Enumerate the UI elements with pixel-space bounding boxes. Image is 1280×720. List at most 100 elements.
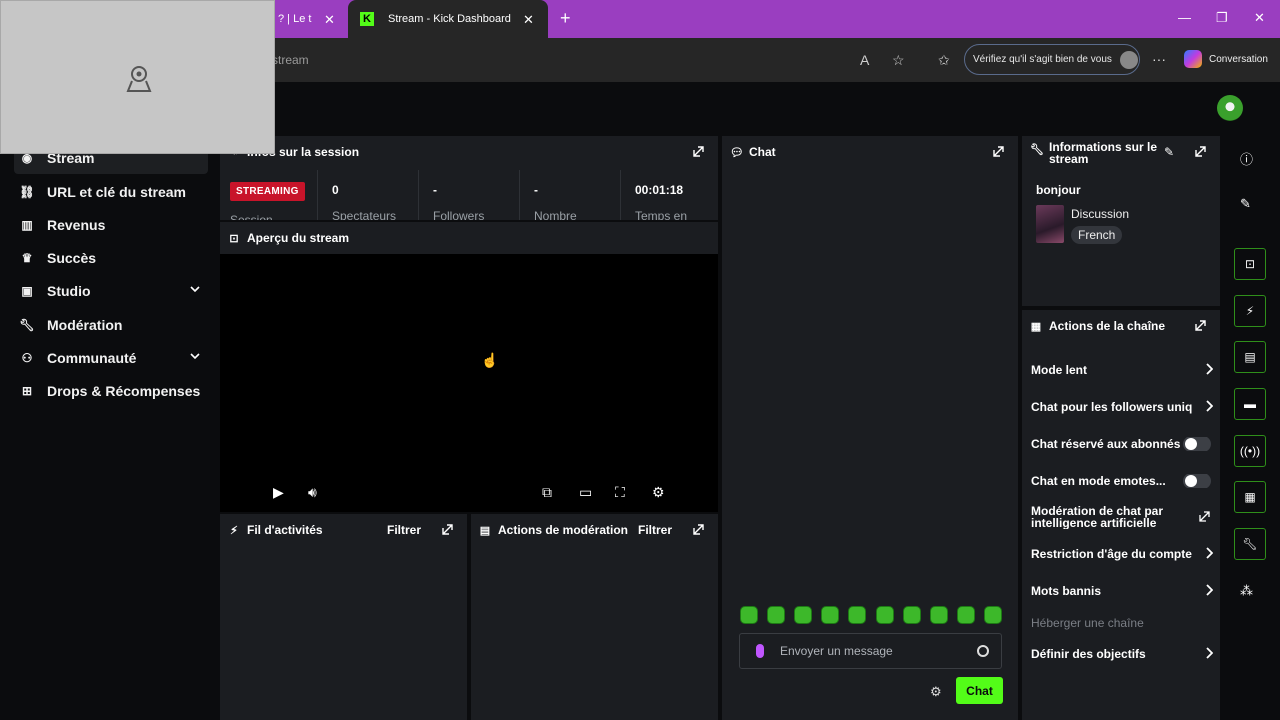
sidebar-item-revenus[interactable]: ▥ Revenus <box>14 209 208 241</box>
emote-icon[interactable] <box>956 606 975 624</box>
tab-1-label: ? | Le t <box>278 13 312 25</box>
volume-icon[interactable]: 🔊︎ <box>308 484 317 501</box>
popout-icon[interactable] <box>992 145 1005 158</box>
microphone-icon[interactable] <box>756 644 764 658</box>
lightning-icon: ⚡︎ <box>1245 304 1255 318</box>
favorite-star-icon[interactable]: ☆ <box>892 52 905 69</box>
channel-actions-icon: ▦ <box>1030 320 1042 333</box>
favorites-list-icon[interactable]: ✩ <box>938 52 950 69</box>
trophy-icon: ♛ <box>21 251 33 265</box>
webcam-icon <box>126 66 152 92</box>
action-label: Chat pour les followers uniquement <box>1031 400 1193 414</box>
action-subscribers-only[interactable]: Chat réservé aux abonnés <box>1031 437 1213 451</box>
close-icon[interactable]: ✕ <box>523 12 534 28</box>
popout-icon[interactable] <box>441 523 454 536</box>
action-set-goals[interactable]: Définir des objectifs <box>1031 647 1213 661</box>
stat-value: 0 <box>332 183 339 197</box>
sidebar-item-moderation[interactable]: 🔧︎ Modération <box>14 309 208 341</box>
emote-icon[interactable] <box>821 606 840 624</box>
rail-modactions-button[interactable]: ▤ <box>1234 341 1266 373</box>
modactions-filter-button[interactable]: Filtrer <box>638 523 672 537</box>
emoji-picker-icon[interactable] <box>977 645 989 657</box>
more-options-icon[interactable]: ··· <box>1152 51 1166 67</box>
browser-tab-1[interactable]: ? | Le t ✕ <box>276 0 346 38</box>
tab-2-label: Stream - Kick Dashboard <box>388 13 511 25</box>
stat-label: Followers <box>433 209 485 220</box>
copilot-conversation-button[interactable]: Conversation <box>1184 50 1268 68</box>
emote-icon[interactable] <box>740 606 758 624</box>
emote-icon[interactable] <box>929 606 948 624</box>
action-slow-mode[interactable]: Mode lent <box>1031 363 1213 377</box>
action-ai-moderation[interactable]: Modération de chat par intelligence arti… <box>1031 505 1181 529</box>
popout-icon[interactable] <box>1194 145 1207 158</box>
subscribers-only-toggle[interactable] <box>1183 437 1211 451</box>
rail-activity-button[interactable]: ⚡︎ <box>1234 295 1266 327</box>
chat-message-input[interactable]: Envoyer un message <box>739 633 1002 669</box>
stat-value: 00:01:18 <box>635 183 684 197</box>
emote-mode-toggle[interactable] <box>1183 474 1211 488</box>
rail-preview-button[interactable]: ⊡ <box>1234 248 1266 280</box>
sidebar-item-communaute[interactable]: ⚇ Communauté <box>14 342 208 374</box>
action-emote-mode[interactable]: Chat en mode emotes... <box>1031 474 1213 488</box>
sidebar-item-drops[interactable]: ⊞ Drops & Récompenses <box>14 375 208 407</box>
action-label: Restriction d'âge du compte <box>1031 547 1192 561</box>
emote-icon[interactable] <box>902 606 921 624</box>
address-input[interactable]: stream <box>272 53 309 67</box>
action-banned-words[interactable]: Mots bannis <box>1031 584 1213 598</box>
miniplayer-icon[interactable]: ⧉ <box>542 484 552 501</box>
chevron-right-icon <box>1206 547 1213 559</box>
emote-icon[interactable] <box>848 606 867 624</box>
theater-mode-icon[interactable]: ▭ <box>579 484 592 501</box>
chevron-down-icon[interactable] <box>190 351 200 361</box>
sidebar-item-label: Succès <box>47 250 97 266</box>
stat-live-time: 00:01:18 Temps en <box>620 170 718 220</box>
modactions-header: ▤ Actions de modération <box>471 514 718 546</box>
read-aloud-icon[interactable]: A <box>860 52 869 68</box>
broadcast-icon: ((•)) <box>1239 444 1261 458</box>
session-panel-header: ⌁ Infos sur la session <box>220 136 718 168</box>
edit-pencil-icon[interactable]: ✎ <box>1164 145 1174 159</box>
wrench-icon: 🔧︎ <box>19 318 35 332</box>
rail-channel-actions-button[interactable]: ▦ <box>1234 481 1266 513</box>
emote-icon[interactable] <box>983 606 1002 624</box>
activity-feed-panel: ⚡︎ Fil d'activités Filtrer <box>220 514 467 720</box>
user-avatar[interactable] <box>1217 95 1243 121</box>
rail-stream-info-button[interactable]: 🔧︎ <box>1234 528 1266 560</box>
settings-gear-icon[interactable]: ⚙ <box>652 484 665 501</box>
profile-verify-button[interactable]: Vérifiez qu'il s'agit bien de vous <box>964 44 1140 75</box>
minimize-icon[interactable]: — <box>1178 10 1191 25</box>
emote-icon[interactable] <box>794 606 813 624</box>
restore-icon[interactable]: ❐ <box>1216 10 1228 26</box>
edit-pencil-icon[interactable]: ✎ <box>1240 196 1251 212</box>
emote-icon[interactable] <box>767 606 786 624</box>
action-age-restriction[interactable]: Restriction d'âge du compte <box>1031 547 1213 561</box>
sidebar-item-studio[interactable]: ▣ Studio <box>14 275 208 307</box>
chat-send-button[interactable]: Chat <box>956 677 1003 704</box>
browser-tab-kick[interactable]: K Stream - Kick Dashboard ✕ <box>348 0 548 38</box>
moderation-actions-panel: ▤ Actions de modération Filtrer <box>471 514 718 720</box>
sidebar-item-succes[interactable]: ♛ Succès <box>14 242 208 274</box>
info-icon[interactable]: ⓘ <box>1240 149 1253 168</box>
new-tab-button[interactable]: + <box>560 8 571 29</box>
activity-filter-button[interactable]: Filtrer <box>387 523 421 537</box>
popout-icon[interactable] <box>692 523 705 536</box>
chevron-right-icon <box>1206 647 1213 659</box>
rail-broadcast-button[interactable]: ((•)) <box>1234 435 1266 467</box>
fullscreen-icon[interactable]: ⛶ <box>615 484 625 501</box>
popout-icon[interactable] <box>692 145 705 158</box>
popout-icon[interactable] <box>1194 319 1207 332</box>
preview-header: ⊡ Aperçu du stream <box>220 222 718 254</box>
emote-icon[interactable] <box>875 606 894 624</box>
play-icon[interactable]: ▶ <box>273 484 284 501</box>
session-label: Session <box>230 213 273 220</box>
more-widgets-icon[interactable]: ⁂ <box>1240 583 1253 599</box>
close-icon[interactable]: ✕ <box>324 12 335 28</box>
chevron-down-icon[interactable] <box>190 284 200 294</box>
chat-settings-icon[interactable]: ⚙ <box>930 684 942 700</box>
external-link-icon[interactable] <box>1199 511 1210 522</box>
action-followers-only[interactable]: Chat pour les followers uniquement <box>1031 400 1213 414</box>
rail-chat-button[interactable]: ▬ <box>1234 388 1266 420</box>
sidebar-item-url-key[interactable]: ⛓ URL et clé du stream <box>14 176 208 208</box>
right-rail <box>1224 136 1280 720</box>
window-close-icon[interactable]: ✕ <box>1254 10 1265 26</box>
